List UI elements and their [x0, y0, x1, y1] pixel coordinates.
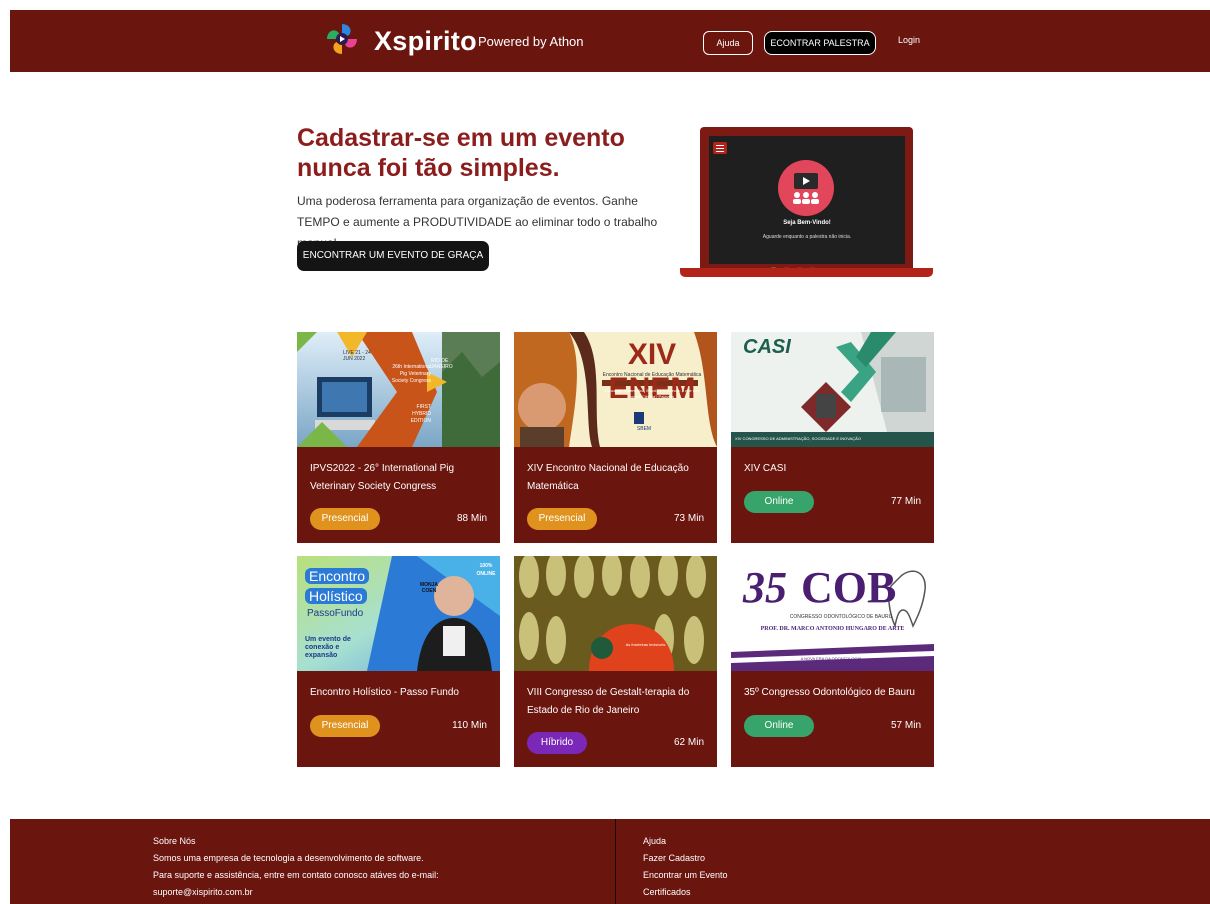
banner-headline: CASI — [743, 336, 791, 358]
top-nav-bar — [10, 10, 1210, 72]
event-mode-badge: Online — [744, 715, 814, 737]
banner-subtitle: CONGRESSO ODONTOLÓGICO DE BAURU — [789, 614, 893, 620]
banner-number: 35 — [743, 563, 787, 612]
laptop-base — [680, 268, 933, 277]
banner-subtitle: Encontro Nacional de Educação Matemática — [602, 372, 702, 378]
banner-guest: MONJA COEN — [419, 582, 439, 594]
event-banner-image: CASI XIV CONGRESSO DE ADMINISTRAÇÃO, SOC… — [731, 332, 934, 447]
laptop-control-dots — [770, 259, 822, 272]
banner-tagline: A NOVA ERA DA ODONTOLOGIA — [800, 656, 862, 661]
banner-edition: FIRST HYBRID EDITION — [410, 404, 431, 424]
footer-link-help[interactable]: Ajuda — [643, 833, 728, 850]
event-title: IPVS2022 - 26° International Pig Veterin… — [310, 463, 455, 492]
xspirito-logo-icon[interactable] — [325, 22, 359, 56]
banner-city: RIO DE JANEIRO — [431, 358, 453, 370]
event-mode-badge: Presencial — [310, 715, 380, 737]
banner-honoree: PROF. DR. MARCO ANTONIO HUNGARO DE ARTE — [760, 626, 905, 632]
banner-theme: Educação Matemática, Escola e Docência: … — [604, 388, 700, 399]
event-mode-badge: Híbrido — [527, 732, 587, 754]
about-line: Somos uma empresa de tecnologia a desenv… — [153, 853, 424, 863]
banner-acronym: COB — [801, 563, 897, 612]
event-banner-image: Encontro Holístico PassoFundo Um evento … — [297, 556, 500, 671]
event-banner-image: 35 COB CONGRESSO ODONTOLÓGICO DE BAURU P… — [731, 556, 934, 671]
brand-name: Xspirito — [374, 26, 477, 56]
banner-line1: Encontro — [305, 568, 370, 584]
event-card[interactable]: LIVE 21 - 24 JUN 2022 RIO DE JANEIRO 26t… — [297, 332, 500, 543]
event-duration: 77 Min — [890, 496, 921, 507]
hero-title: Cadastrar-se em um evento nunca foi tão … — [297, 124, 625, 182]
footer: Sobre Nós Somos uma empresa de tecnologi… — [10, 819, 1210, 904]
banner-line2: Holístico — [305, 588, 367, 604]
event-banner-image: XIV ENEM Encontro Nacional de Educação M… — [514, 332, 717, 447]
event-card[interactable]: As fronteiras invisíveis VIII Congresso … — [514, 556, 717, 767]
banner-online-badge: 100% ONLINE — [476, 563, 496, 577]
banner-org: SBEM — [636, 426, 652, 432]
footer-link-certificates[interactable]: Certificados — [643, 884, 728, 901]
about-title: Sobre Nós — [153, 836, 196, 846]
event-title: VIII Congresso de Gestalt-terapia do Est… — [527, 687, 690, 716]
powered-by-text: Powered by Athon — [478, 34, 584, 49]
laptop-wait-text: Aguarde enquanto a palestra não inicia. — [762, 234, 852, 240]
menu-icon — [713, 142, 727, 154]
banner-tagline: Um evento de conexão e expansão — [305, 636, 351, 659]
event-title: XIV Encontro Nacional de Educação Matemá… — [527, 463, 689, 492]
login-link[interactable]: Login — [898, 35, 920, 45]
laptop-welcome-text: Seja Bem-Vindo! — [783, 220, 831, 226]
event-duration: 57 Min — [890, 720, 921, 731]
banner-caption: As fronteiras invisíveis — [625, 642, 666, 647]
help-button[interactable]: Ajuda — [703, 31, 753, 55]
event-duration: 62 Min — [673, 737, 704, 748]
presentation-icon — [778, 160, 834, 216]
event-mode-badge: Presencial — [310, 508, 380, 530]
about-line: Para suporte e assistência, entre em con… — [153, 870, 439, 880]
banner-dates: LIVE 21 - 24 JUN 2022 — [343, 350, 371, 362]
footer-links: Ajuda Fazer Cadastro Encontrar um Evento… — [643, 833, 728, 901]
event-title: XIV CASI — [744, 463, 787, 474]
event-card[interactable]: CASI XIV CONGRESSO DE ADMINISTRAÇÃO, SOC… — [731, 332, 934, 543]
footer-about: Sobre Nós Somos uma empresa de tecnologi… — [153, 833, 439, 901]
event-mode-badge: Online — [744, 491, 814, 513]
event-card[interactable]: Encontro Holístico PassoFundo Um evento … — [297, 556, 500, 767]
footer-link-register[interactable]: Fazer Cadastro — [643, 850, 728, 867]
footer-divider — [615, 819, 616, 904]
footer-link-find-event[interactable]: Encontrar um Evento — [643, 867, 728, 884]
banner-caption: XIV CONGRESSO DE ADMINISTRAÇÃO, SOCIEDAD… — [735, 436, 861, 441]
event-mode-badge: Presencial — [527, 508, 597, 530]
event-banner-image: As fronteiras invisíveis — [514, 556, 717, 671]
event-duration: 88 Min — [456, 513, 487, 524]
banner-headline: 26th International Pig Veterinary Societ… — [391, 364, 431, 384]
find-free-event-button[interactable]: ENCONTRAR UM EVENTO DE GRAÇA — [297, 241, 489, 271]
event-card[interactable]: XIV ENEM Encontro Nacional de Educação M… — [514, 332, 717, 543]
event-title: Encontro Holístico - Passo Fundo — [310, 687, 459, 698]
banner-line3: PassoFundo — [307, 608, 364, 619]
find-talk-button[interactable]: ECONTRAR PALESTRA — [764, 31, 876, 55]
event-card[interactable]: 35 COB CONGRESSO ODONTOLÓGICO DE BAURU P… — [731, 556, 934, 767]
support-email[interactable]: suporte@xispirito.com.br — [153, 884, 439, 901]
event-banner-image: LIVE 21 - 24 JUN 2022 RIO DE JANEIRO 26t… — [297, 332, 500, 447]
event-title: 35º Congresso Odontológico de Bauru — [744, 687, 915, 698]
event-duration: 73 Min — [673, 513, 704, 524]
event-duration: 110 Min — [452, 720, 487, 731]
